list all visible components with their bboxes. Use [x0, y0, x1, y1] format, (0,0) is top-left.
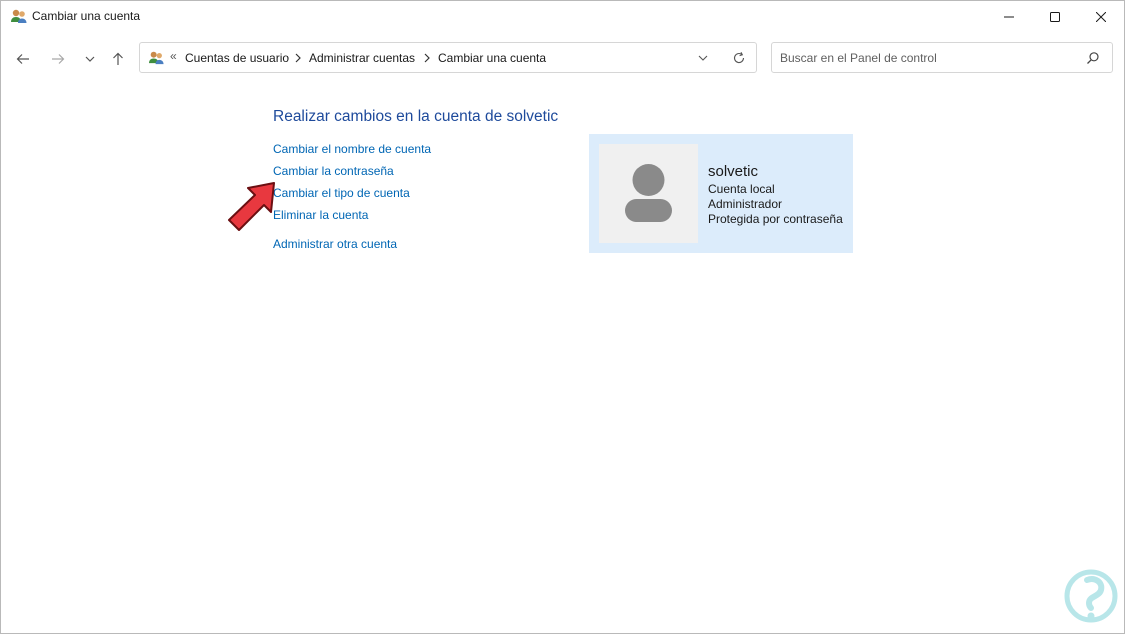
title-bar: Cambiar una cuenta: [1, 1, 1124, 32]
account-card: solvetic Cuenta local Administrador Prot…: [589, 134, 853, 253]
back-button[interactable]: [11, 48, 35, 70]
maximize-icon: [1050, 11, 1060, 22]
user-avatar-icon: [625, 164, 672, 222]
up-arrow-icon: [113, 52, 123, 65]
chevron-right-icon[interactable]: [294, 53, 302, 63]
change-account-name-link[interactable]: Cambiar el nombre de cuenta: [273, 142, 431, 156]
search-box[interactable]: [771, 42, 1113, 73]
breadcrumb-cambiar-una-cuenta[interactable]: Cambiar una cuenta: [438, 51, 546, 65]
change-account-type-link[interactable]: Cambiar el tipo de cuenta: [273, 186, 410, 200]
minimize-button[interactable]: [986, 1, 1032, 32]
up-button[interactable]: [106, 48, 130, 70]
watermark-logo: [1064, 569, 1118, 623]
close-icon: [1096, 11, 1106, 22]
search-icon[interactable]: [1086, 51, 1100, 65]
account-name: solvetic: [708, 163, 759, 180]
chevron-right-icon[interactable]: [423, 53, 431, 63]
account-protection: Protegida por contraseña: [708, 212, 843, 226]
minimize-icon: [1004, 16, 1014, 17]
breadcrumb-cuentas-de-usuario[interactable]: Cuentas de usuario: [185, 51, 289, 65]
users-icon: [11, 9, 27, 23]
page-heading: Realizar cambios en la cuenta de solveti…: [273, 108, 559, 125]
manage-another-account-link[interactable]: Administrar otra cuenta: [273, 237, 397, 251]
navigation-bar: « Cuentas de usuario Administrar cuentas…: [1, 32, 1124, 86]
change-password-link[interactable]: Cambiar la contraseña: [273, 164, 394, 178]
address-bar[interactable]: « Cuentas de usuario Administrar cuentas…: [139, 42, 757, 73]
recent-locations-button[interactable]: [78, 48, 102, 70]
delete-account-link[interactable]: Eliminar la cuenta: [273, 208, 368, 222]
window-title: Cambiar una cuenta: [32, 9, 141, 23]
avatar: [599, 144, 698, 243]
maximize-button[interactable]: [1032, 1, 1078, 32]
search-input[interactable]: [778, 47, 1082, 68]
breadcrumb-overflow[interactable]: «: [170, 49, 177, 63]
account-type: Cuenta local: [708, 182, 775, 196]
control-panel-window: Cambiar una cuenta « Cuentas de usuario …: [0, 0, 1125, 634]
users-icon: [149, 51, 164, 65]
forward-button[interactable]: [46, 48, 70, 70]
chevron-down-icon: [85, 56, 95, 62]
close-button[interactable]: [1078, 1, 1124, 32]
breadcrumb-administrar-cuentas[interactable]: Administrar cuentas: [309, 51, 415, 65]
forward-arrow-icon: [52, 54, 65, 64]
account-role: Administrador: [708, 197, 783, 211]
refresh-icon[interactable]: [732, 51, 746, 65]
chevron-down-icon[interactable]: [696, 52, 710, 64]
back-arrow-icon: [16, 54, 29, 64]
pointer-arrow-icon: [228, 182, 275, 231]
